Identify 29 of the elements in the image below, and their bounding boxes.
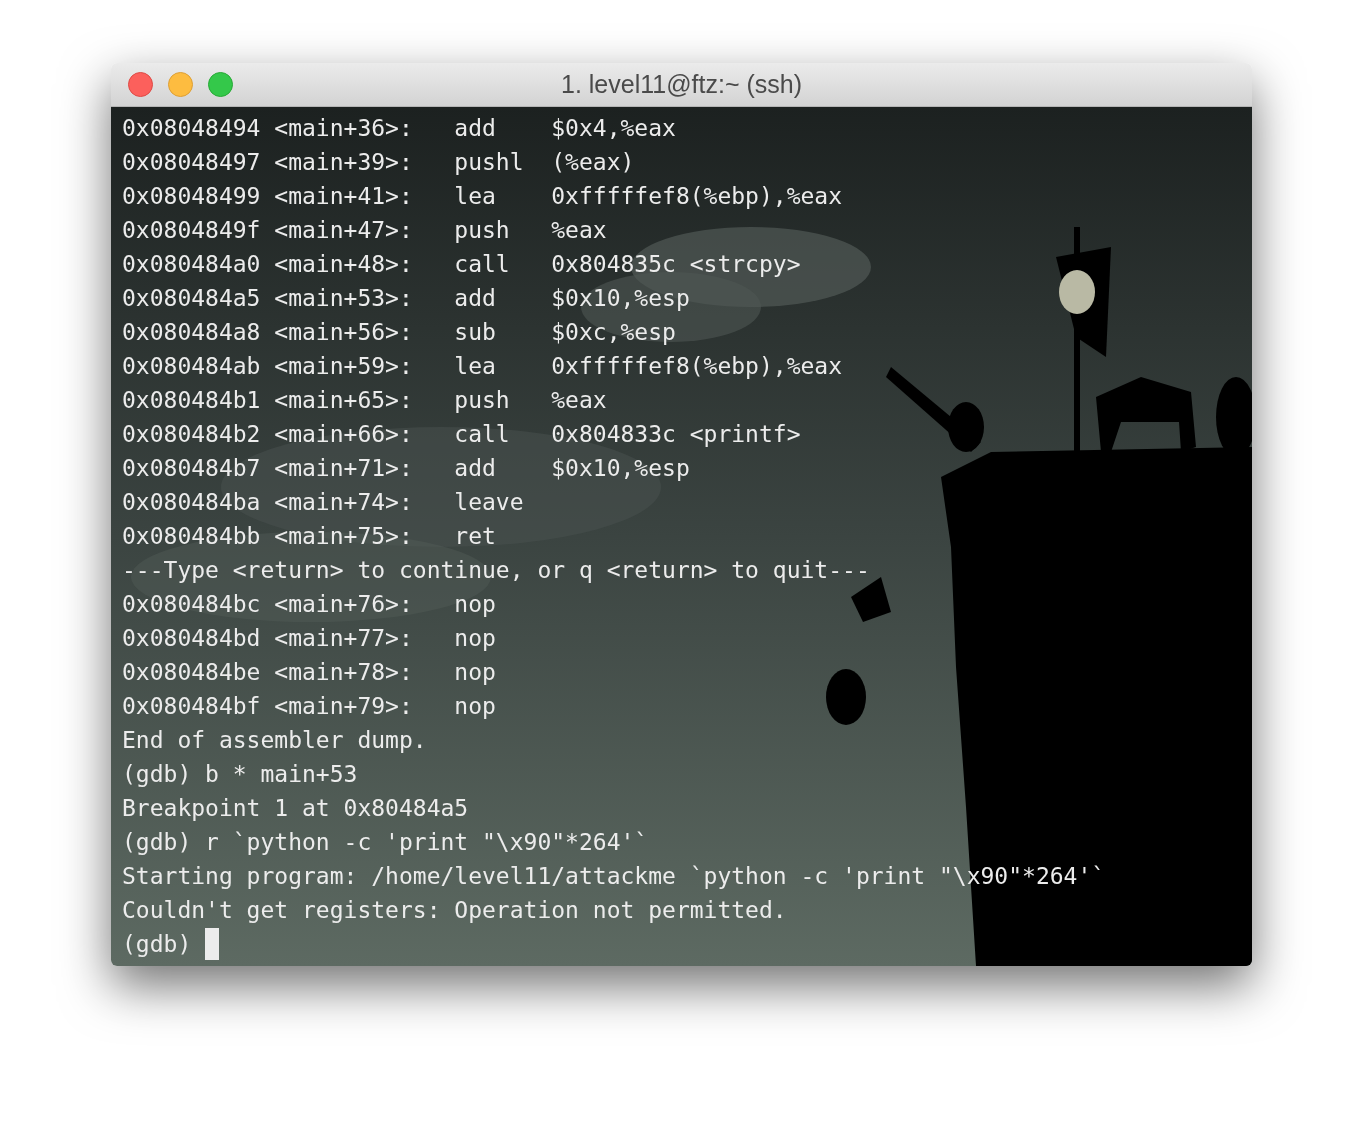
terminal-line: Breakpoint 1 at 0x80484a5 <box>122 794 469 823</box>
terminal-line: Couldn't get registers: Operation not permitted. <box>122 896 787 925</box>
terminal-line: 0x08048494 <main+36>: add $0x4,%eax <box>122 114 676 143</box>
terminal-line: (gdb) <box>122 930 193 959</box>
terminal-line: (gdb) r `python -c 'print "\x90"*264'` <box>122 828 649 857</box>
terminal-line: 0x080484be <main+78>: nop <box>122 658 496 687</box>
terminal-line: 0x080484bc <main+76>: nop <box>122 590 496 619</box>
terminal-line: 0x080484bd <main+77>: nop <box>122 624 496 653</box>
terminal-line: 0x080484bb <main+75>: ret <box>122 522 496 551</box>
terminal-line: 0x080484a0 <main+48>: call 0x804835c <strcpy> <box>122 250 801 279</box>
terminal-line: 0x08048499 <main+41>: lea 0xfffffef8(%ebp),%eax <box>122 182 843 211</box>
terminal-line: 0x0804849f <main+47>: push %eax <box>122 216 607 245</box>
terminal-line: 0x080484a5 <main+53>: add $0x10,%esp <box>122 284 690 313</box>
terminal-line: 0x080484bf <main+79>: nop <box>122 692 496 721</box>
terminal-line: 0x080484b2 <main+66>: call 0x804833c <printf> <box>122 420 801 449</box>
terminal-line: 0x08048497 <main+39>: pushl (%eax) <box>122 148 635 177</box>
window-title: 1. level11@ftz:~ (ssh) <box>561 68 802 100</box>
zoom-button[interactable] <box>208 72 233 97</box>
terminal-line: 0x080484b1 <main+65>: push %eax <box>122 386 607 415</box>
terminal-line: 0x080484ab <main+59>: lea 0xfffffef8(%ebp),%eax <box>122 352 843 381</box>
terminal-line: 0x080484b7 <main+71>: add $0x10,%esp <box>122 454 690 483</box>
terminal-line: 0x080484a8 <main+56>: sub $0xc,%esp <box>122 318 676 347</box>
terminal-line: ---Type <return> to continue, or q <return> to quit--- <box>122 556 870 585</box>
minimize-button[interactable] <box>168 72 193 97</box>
terminal-line: Starting program: /home/level11/attackme `python -c 'print "\x90"*264'` <box>122 862 1106 891</box>
terminal-line: 0x080484ba <main+74>: leave <box>122 488 524 517</box>
terminal-line: (gdb) b * main+53 <box>122 760 358 789</box>
close-button[interactable] <box>128 72 153 97</box>
terminal-line: End of assembler dump. <box>122 726 427 755</box>
